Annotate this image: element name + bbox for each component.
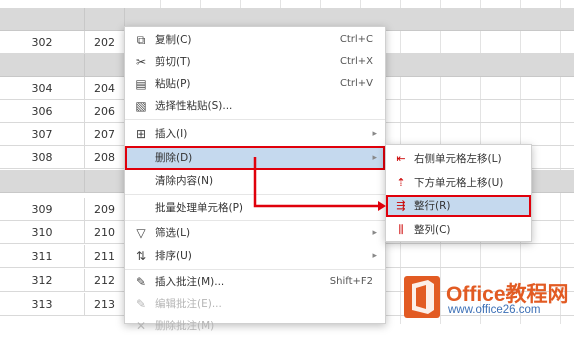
watermark-url: www.office26.com (448, 304, 541, 316)
office-logo-icon (404, 276, 440, 318)
watermark-logo: Office教程网 www.office26.com (404, 276, 574, 324)
